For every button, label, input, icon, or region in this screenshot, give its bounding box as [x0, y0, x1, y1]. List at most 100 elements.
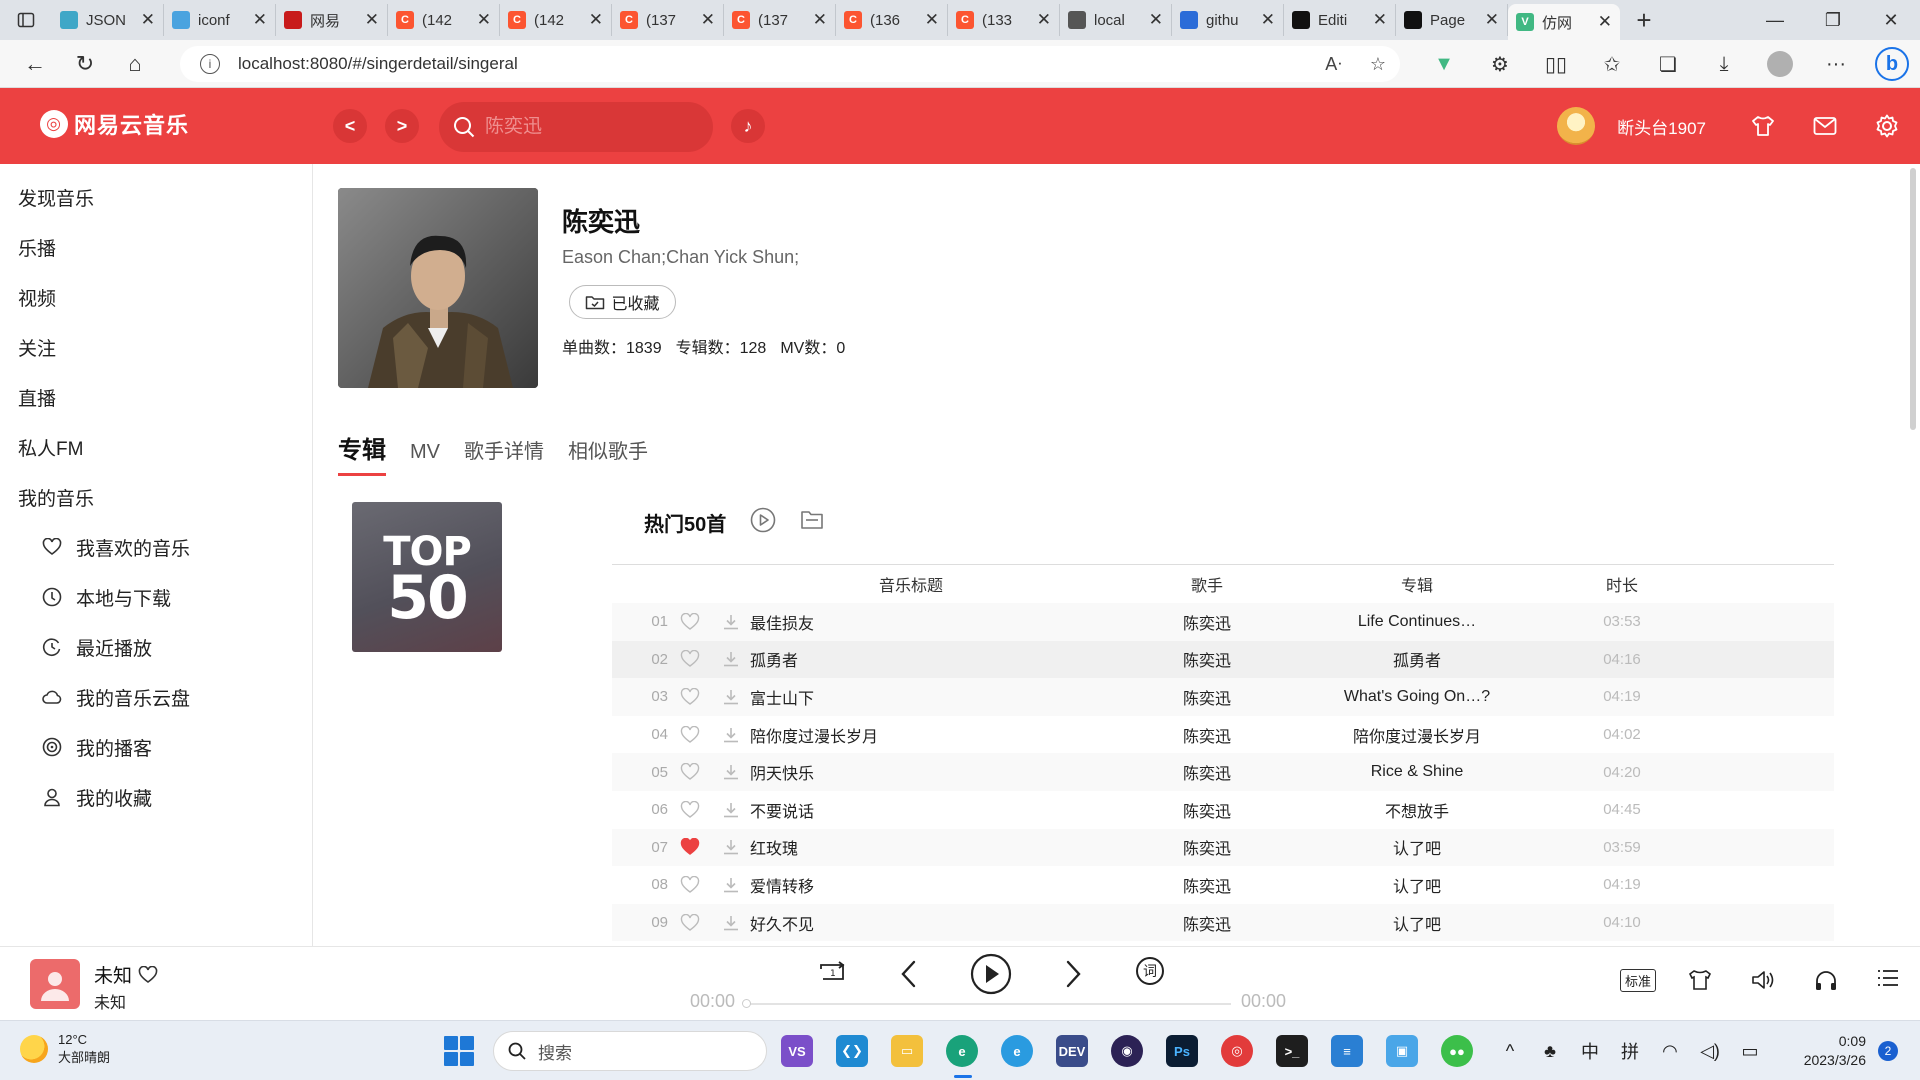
devcpp-icon[interactable]: DEV	[1056, 1035, 1088, 1067]
like-icon[interactable]	[668, 763, 712, 781]
ie-icon[interactable]: e	[1001, 1035, 1033, 1067]
song-album[interactable]: 孤勇者	[1282, 647, 1552, 671]
download-icon[interactable]	[712, 838, 750, 856]
browser-tab[interactable]: 网易 ✕	[276, 4, 388, 36]
forward-button[interactable]: >	[385, 109, 419, 143]
tab-singer-detail[interactable]: 歌手详情	[464, 435, 544, 476]
terminal-icon[interactable]: >_	[1276, 1035, 1308, 1067]
like-icon[interactable]	[668, 612, 712, 631]
sidebar-item-fm[interactable]: 私人FM	[0, 422, 312, 472]
qq-icon[interactable]: ♣	[1530, 1041, 1570, 1062]
tab-close-icon[interactable]: ✕	[1485, 10, 1499, 30]
tab-similar-singers[interactable]: 相似歌手	[568, 435, 648, 476]
speaker-icon[interactable]: ◁)	[1690, 1041, 1730, 1062]
download-icon[interactable]	[712, 726, 750, 744]
add-favorite-icon[interactable]: ☆	[1370, 54, 1386, 75]
song-artist[interactable]: 陈奕迅	[1132, 610, 1282, 634]
song-title[interactable]: 好久不见	[750, 911, 1132, 935]
sidebar-item-video[interactable]: 视频	[0, 272, 312, 322]
song-album[interactable]: Life Continues…	[1282, 613, 1552, 631]
main-scrollbar[interactable]	[1906, 164, 1920, 946]
netease-music-icon[interactable]: ◎	[1221, 1035, 1253, 1067]
like-icon[interactable]	[668, 725, 712, 744]
snipping-tool-icon[interactable]: ▣	[1386, 1035, 1418, 1067]
table-row[interactable]: 08 爱情转移 陈奕迅 认了吧 04:19	[612, 866, 1834, 904]
sidebar-item-collection[interactable]: 我的收藏	[0, 772, 312, 822]
sidebar-item-cloud[interactable]: 我的音乐云盘	[0, 672, 312, 722]
play-all-icon[interactable]	[750, 507, 776, 538]
download-icon[interactable]	[712, 613, 750, 631]
progress-bar[interactable]	[745, 1003, 1231, 1005]
eclipse-icon[interactable]: ◉	[1111, 1035, 1143, 1067]
more-icon[interactable]: ···	[1808, 53, 1864, 76]
play-pause-button[interactable]	[970, 953, 1012, 995]
search-input[interactable]	[485, 116, 685, 138]
collect-all-icon[interactable]	[800, 508, 824, 535]
wifi-icon[interactable]: ◠	[1650, 1041, 1690, 1062]
tab-close-icon[interactable]: ✕	[1261, 10, 1275, 30]
song-album[interactable]: What's Going On…?	[1282, 688, 1552, 706]
downloads-icon[interactable]: ⤓	[1696, 53, 1752, 76]
browser-back-icon[interactable]: ←	[10, 42, 60, 86]
minimize-icon[interactable]: —	[1746, 0, 1804, 40]
tab-actions-icon[interactable]	[0, 0, 52, 40]
song-artist[interactable]: 陈奕迅	[1132, 760, 1282, 784]
weather-widget[interactable]: 12°C 大部晴朗	[20, 1031, 110, 1067]
progress-knob[interactable]	[742, 999, 751, 1008]
browser-tab[interactable]: C (137 ✕	[612, 4, 724, 36]
song-title[interactable]: 阴天快乐	[750, 760, 1132, 784]
battery-icon[interactable]: ▭	[1730, 1041, 1770, 1062]
song-artist[interactable]: 陈奕迅	[1132, 647, 1282, 671]
table-row[interactable]: 02 孤勇者 陈奕迅 孤勇者 04:16	[612, 640, 1834, 679]
table-row[interactable]: 01 最佳损友 陈奕迅 Life Continues… 03:53	[612, 603, 1834, 641]
tray-expand-icon[interactable]: ^	[1490, 1041, 1530, 1062]
search-box[interactable]	[439, 102, 713, 152]
sidebar-item-discover[interactable]: 发现音乐	[0, 172, 312, 222]
song-album[interactable]: 认了吧	[1282, 835, 1552, 859]
settings-icon[interactable]	[1856, 114, 1918, 138]
tab-close-icon[interactable]: ✕	[1149, 10, 1163, 30]
song-artist[interactable]: 陈奕迅	[1132, 835, 1282, 859]
top50-cover[interactable]: TOP 50	[352, 502, 502, 652]
visual-studio-icon[interactable]: VS	[781, 1035, 813, 1067]
browser-tab[interactable]: iconf ✕	[164, 4, 276, 36]
extensions-icon[interactable]: ⚙	[1472, 52, 1528, 77]
tab-close-icon[interactable]: ✕	[365, 10, 379, 30]
browser-tab[interactable]: C (136 ✕	[836, 4, 948, 36]
browser-tab[interactable]: local ✕	[1060, 4, 1172, 36]
app-logo[interactable]: ◎ 网易云音乐	[40, 108, 189, 140]
tab-close-icon[interactable]: ✕	[701, 10, 715, 30]
song-album[interactable]: 不想放手	[1282, 798, 1552, 822]
song-title[interactable]: 不要说话	[750, 798, 1132, 822]
browser-tab[interactable]: Editi ✕	[1284, 4, 1396, 36]
username[interactable]: 断头台1907	[1617, 114, 1706, 139]
header-duration[interactable]: 时长	[1552, 572, 1692, 596]
wechat-icon[interactable]: ●●	[1441, 1035, 1473, 1067]
play-mode-icon[interactable]: 1	[817, 961, 847, 985]
browser-tab[interactable]: githu ✕	[1172, 4, 1284, 36]
split-screen-icon[interactable]: ▯▯	[1528, 52, 1584, 77]
download-icon[interactable]	[712, 650, 750, 668]
tab-close-icon[interactable]: ✕	[1037, 10, 1051, 30]
sidebar-item-podcast[interactable]: 乐播	[0, 222, 312, 272]
song-recognition-icon[interactable]: ♪	[731, 109, 765, 143]
site-info-icon[interactable]: i	[200, 54, 220, 74]
browser-refresh-icon[interactable]: ↻	[60, 42, 110, 86]
start-button[interactable]	[444, 1036, 474, 1066]
like-icon[interactable]	[668, 838, 712, 856]
browser-tab[interactable]: JSON ✕	[52, 4, 164, 36]
browser-tab[interactable]: C (137 ✕	[724, 4, 836, 36]
sidebar-item-live[interactable]: 直播	[0, 372, 312, 422]
file-explorer-icon[interactable]: ▭	[891, 1035, 923, 1067]
song-artist[interactable]: 陈奕迅	[1132, 911, 1282, 935]
song-album[interactable]: Rice & Shine	[1282, 763, 1552, 781]
download-icon[interactable]	[712, 688, 750, 706]
tab-close-icon[interactable]: ✕	[813, 10, 827, 30]
table-row[interactable]: 07 红玫瑰 陈奕迅 认了吧 03:59	[612, 828, 1834, 867]
download-icon[interactable]	[712, 914, 750, 932]
next-icon[interactable]	[1062, 959, 1084, 989]
song-artist[interactable]: 陈奕迅	[1132, 873, 1282, 897]
listen-together-icon[interactable]	[1814, 969, 1838, 991]
notepad-icon[interactable]: ≡	[1331, 1035, 1363, 1067]
sidebar-item-my-podcast[interactable]: 我的播客	[0, 722, 312, 772]
